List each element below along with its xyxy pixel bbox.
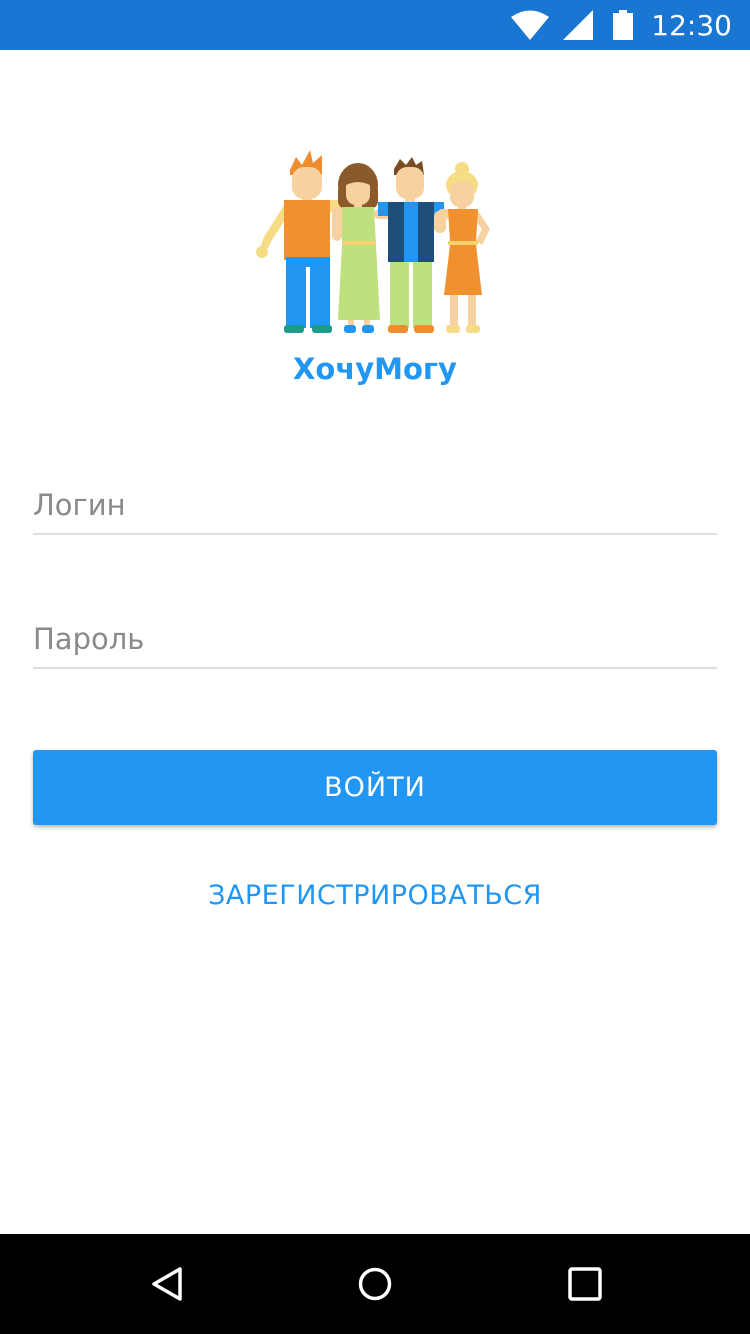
status-bar: 12:30	[0, 0, 750, 50]
login-input[interactable]	[33, 477, 717, 535]
register-button[interactable]: ЗАРЕГИСТРИРОВАТЬСЯ	[0, 880, 750, 911]
home-icon[interactable]	[325, 1234, 425, 1334]
status-time: 12:30	[651, 8, 732, 42]
app-title: ХочуМогу	[293, 352, 457, 386]
battery-icon	[613, 10, 634, 40]
signal-icon	[563, 10, 594, 40]
password-input[interactable]	[33, 611, 717, 669]
navigation-bar	[0, 1234, 750, 1334]
login-button[interactable]: ВОЙТИ	[33, 750, 717, 825]
back-icon[interactable]	[117, 1234, 217, 1334]
wifi-icon	[511, 10, 550, 40]
status-icons: 12:30	[511, 0, 750, 50]
recents-icon[interactable]	[535, 1234, 635, 1334]
people-group-icon	[250, 145, 500, 340]
